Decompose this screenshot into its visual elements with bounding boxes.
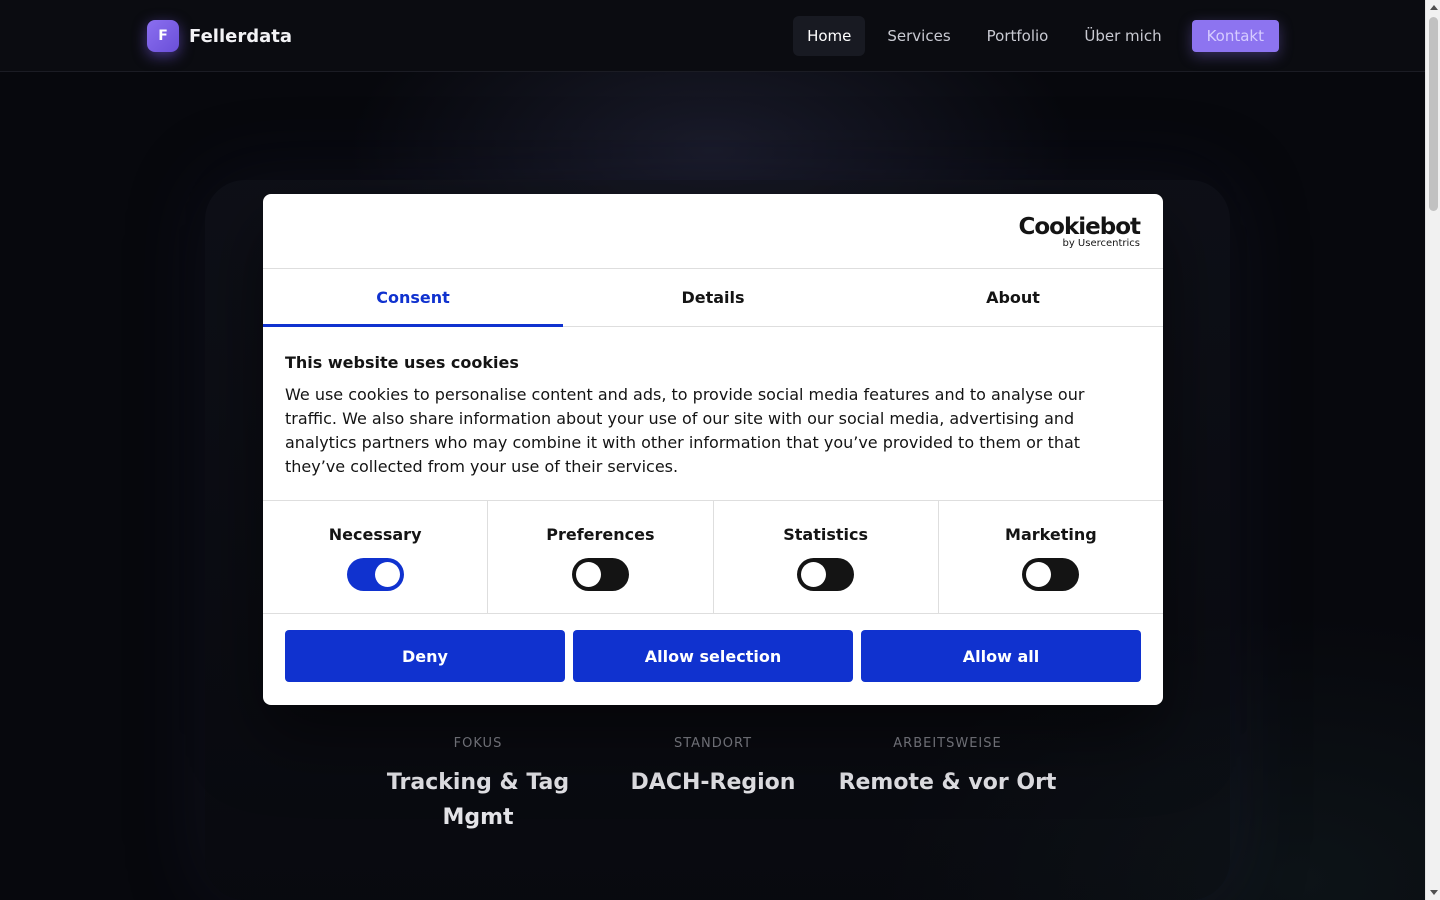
marketing-toggle[interactable] (1022, 558, 1080, 591)
stat-location: STANDORT DACH-Region (596, 736, 830, 835)
contact-button[interactable]: Kontakt (1191, 20, 1279, 52)
statistics-toggle[interactable] (797, 558, 855, 591)
category-statistics: Statistics (714, 501, 939, 613)
scroll-thumb[interactable] (1429, 17, 1438, 211)
dialog-header: Cookiebot by Usercentrics (263, 194, 1163, 269)
toggle-knob (374, 562, 400, 587)
hero-stats: FOKUS Tracking & Tag Mgmt STANDORT DACH-… (360, 736, 1065, 835)
stat-value: Remote & vor Ort (838, 770, 1057, 795)
nav-portfolio[interactable]: Portfolio (973, 16, 1063, 56)
nav-home[interactable]: Home (793, 16, 866, 56)
page-scrollbar[interactable] (1425, 0, 1440, 900)
dialog-actions: Deny Allow selection Allow all (263, 614, 1163, 682)
scroll-up-icon[interactable] (1430, 5, 1438, 10)
tab-consent[interactable]: Consent (263, 269, 563, 327)
nav-services[interactable]: Services (873, 16, 964, 56)
stat-focus: FOKUS Tracking & Tag Mgmt (360, 736, 596, 835)
tab-details[interactable]: Details (563, 269, 863, 326)
stat-value: DACH-Region (630, 770, 796, 795)
category-label: Necessary (328, 525, 422, 544)
stat-value: Tracking & Tag Mgmt (386, 770, 570, 830)
necessary-toggle[interactable] (346, 558, 404, 591)
dialog-tabs: Consent Details About (263, 269, 1163, 327)
dialog-body: This website uses cookies We use cookies… (263, 327, 1163, 501)
category-label: Statistics (783, 525, 868, 544)
category-label: Marketing (1005, 525, 1097, 544)
stat-label: ARBEITSWEISE (893, 736, 1002, 751)
brand-name: Fellerdata (189, 25, 292, 47)
allow-all-button[interactable]: Allow all (861, 630, 1141, 682)
allow-selection-button[interactable]: Allow selection (573, 630, 853, 682)
tab-about[interactable]: About (863, 269, 1163, 326)
category-toggles: Necessary Preferences Statistics Marketi… (263, 501, 1163, 614)
category-necessary: Necessary (263, 501, 489, 613)
main-nav: Home Services Portfolio Über mich Kontak… (785, 16, 1279, 56)
cookie-consent-dialog: Cookiebot by Usercentrics Consent Detail… (263, 194, 1163, 705)
brand[interactable]: F Fellerdata (147, 20, 292, 52)
stat-label: FOKUS (453, 736, 503, 751)
category-marketing: Marketing (939, 501, 1163, 613)
stat-working-mode: ARBEITSWEISE Remote & vor Ort (830, 736, 1065, 835)
toggle-knob (575, 562, 601, 587)
deny-button[interactable]: Deny (285, 630, 565, 682)
preferences-toggle[interactable] (571, 558, 629, 591)
site-header: F Fellerdata Home Services Portfolio Übe… (0, 0, 1425, 72)
cookiebot-logo[interactable]: Cookiebot by Usercentrics (1018, 214, 1141, 249)
category-preferences: Preferences (488, 501, 714, 613)
category-label: Preferences (546, 525, 655, 544)
toggle-knob (1026, 562, 1052, 587)
brand-logo-icon: F (147, 20, 179, 52)
cookiebot-logo-text: Cookiebot (1018, 214, 1141, 240)
dialog-title: This website uses cookies (285, 353, 519, 372)
stat-label: STANDORT (673, 736, 753, 751)
scroll-down-icon[interactable] (1430, 890, 1438, 895)
nav-about-me[interactable]: Über mich (1070, 16, 1175, 56)
dialog-description: We use cookies to personalise content an… (285, 385, 1085, 476)
toggle-knob (801, 562, 827, 587)
